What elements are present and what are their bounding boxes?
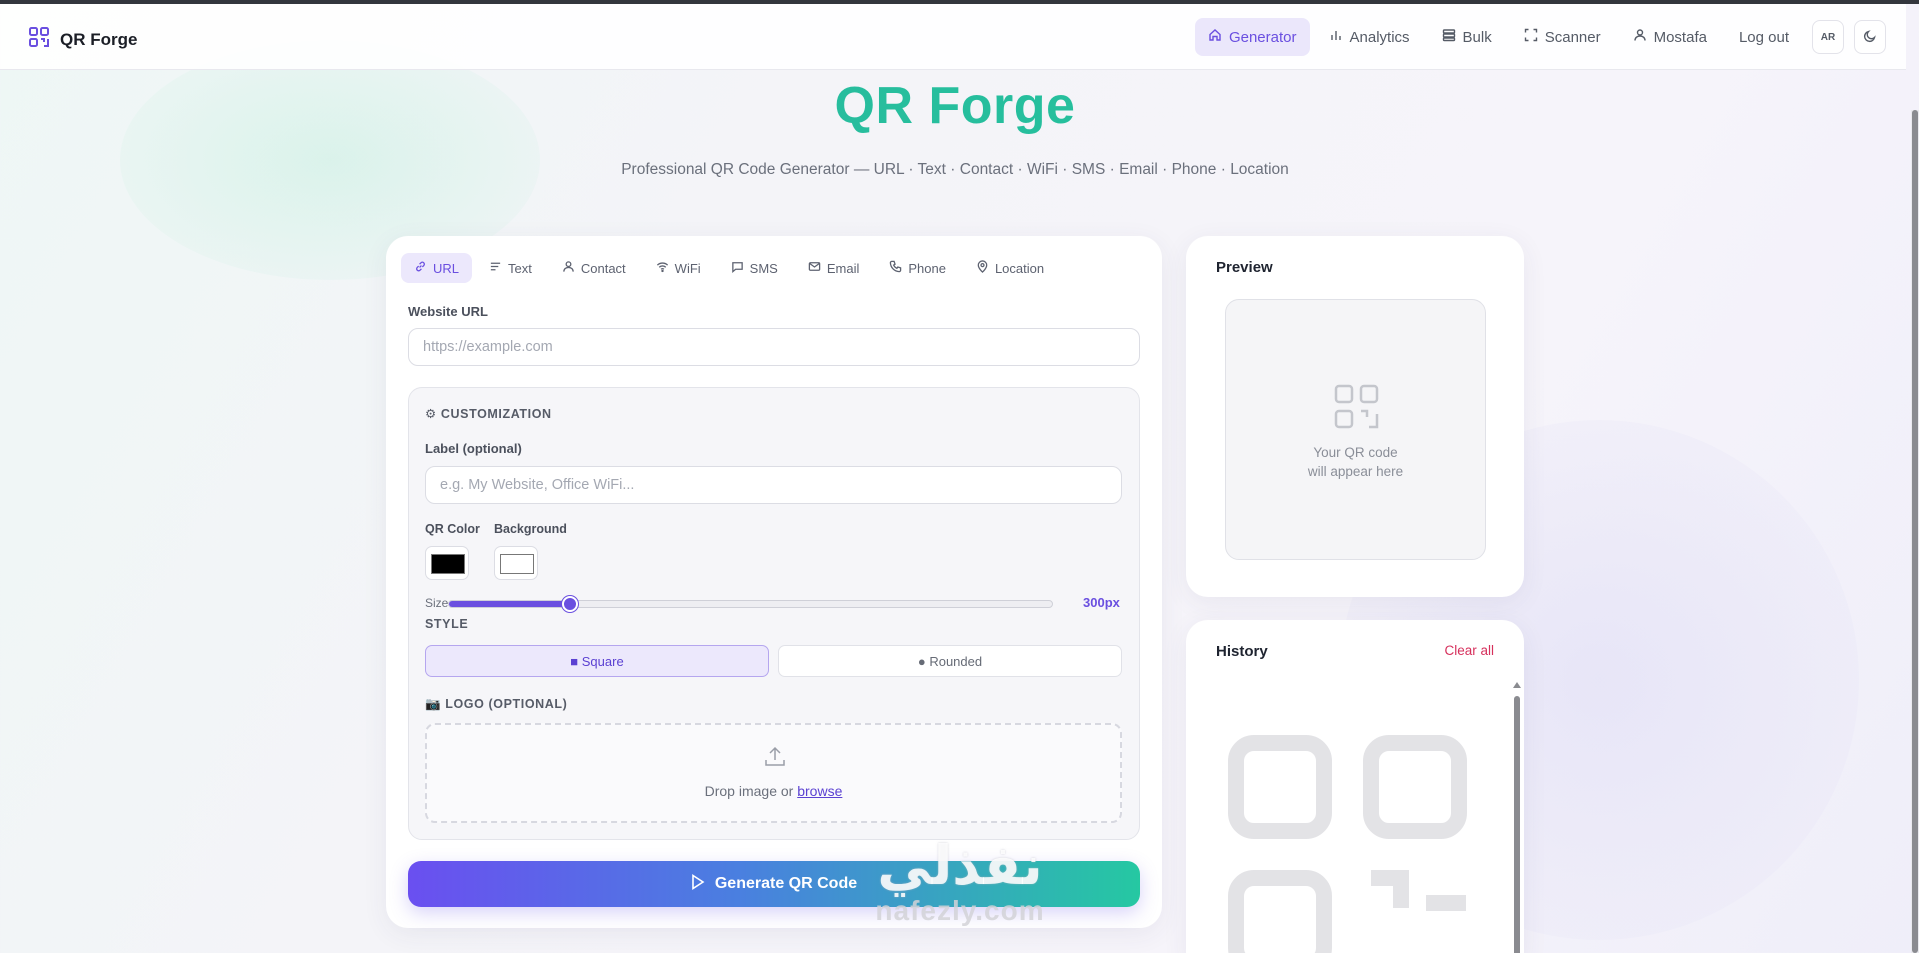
brand-name: QR Forge bbox=[60, 29, 138, 49]
customization-title: ⚙ CUSTOMIZATION bbox=[425, 407, 552, 421]
tab-label: URL bbox=[433, 260, 460, 276]
text-icon bbox=[489, 260, 502, 276]
tab-label: Location bbox=[994, 260, 1045, 276]
tab-text[interactable]: Text bbox=[476, 253, 545, 283]
qr-logo-icon bbox=[28, 26, 50, 53]
size-slider-fill bbox=[449, 601, 570, 607]
user-icon bbox=[1633, 28, 1647, 46]
nav-item-label: Generator bbox=[1228, 28, 1297, 46]
upload-icon bbox=[763, 745, 787, 774]
scroll-up-arrow-icon[interactable] bbox=[1513, 682, 1521, 688]
generate-qr-button[interactable]: Generate QR Code bbox=[408, 861, 1140, 907]
language-toggle-button[interactable]: AR bbox=[1812, 20, 1844, 54]
qr-placeholder-icon bbox=[1334, 384, 1380, 435]
home-icon bbox=[1208, 28, 1222, 46]
message-icon bbox=[731, 260, 744, 276]
bar-chart-icon bbox=[1329, 28, 1343, 46]
label-field-label: Label (optional) bbox=[425, 441, 522, 456]
generator-card: URL Text Contact WiFi SMS Email Phone Lo… bbox=[386, 236, 1162, 928]
background-color-picker[interactable] bbox=[494, 546, 538, 580]
dropzone-label: Drop image or bbox=[704, 783, 794, 799]
tab-email[interactable]: Email bbox=[795, 253, 873, 283]
generate-button-label: Generate QR Code bbox=[714, 875, 858, 892]
size-slider[interactable] bbox=[448, 596, 1053, 612]
tab-label: Text bbox=[508, 260, 532, 276]
tab-label: SMS bbox=[749, 260, 778, 276]
nav-menu: Generator Analytics Bulk Scanner Mostafa… bbox=[1194, 18, 1886, 56]
clear-history-button[interactable]: Clear all bbox=[1444, 643, 1494, 658]
tab-sms[interactable]: SMS bbox=[718, 253, 791, 283]
style-title: STYLE bbox=[425, 617, 469, 631]
theme-toggle-button[interactable] bbox=[1854, 20, 1886, 54]
tab-url[interactable]: URL bbox=[401, 253, 473, 283]
nav-item-label: Mostafa bbox=[1653, 28, 1707, 46]
wifi-icon bbox=[656, 260, 669, 276]
nav-item-analytics[interactable]: Analytics bbox=[1316, 18, 1423, 56]
nav-item-bulk[interactable]: Bulk bbox=[1429, 18, 1505, 56]
brand[interactable]: QR Forge bbox=[28, 26, 137, 53]
history-card: History Clear all bbox=[1186, 620, 1524, 953]
tab-wifi[interactable]: WiFi bbox=[643, 253, 714, 283]
qr-preview-area: Your QR code will appear here bbox=[1225, 299, 1486, 560]
page-title: QR Forge bbox=[0, 76, 1910, 136]
preview-placeholder-line: Your QR code bbox=[1313, 445, 1398, 460]
tab-label: Contact bbox=[580, 260, 626, 276]
label-input[interactable]: e.g. My Website, Office WiFi... bbox=[425, 466, 1122, 504]
preview-placeholder-line: will appear here bbox=[1307, 464, 1404, 479]
preview-title: Preview bbox=[1216, 259, 1273, 276]
tab-label: Email bbox=[826, 260, 860, 276]
nav-item-generator[interactable]: Generator bbox=[1194, 18, 1310, 56]
history-scrollbar[interactable] bbox=[1513, 682, 1521, 953]
dropzone-text: Drop image or browse bbox=[427, 783, 1120, 799]
play-icon bbox=[691, 873, 705, 895]
nav-item-profile[interactable]: Mostafa bbox=[1620, 18, 1720, 56]
tab-phone[interactable]: Phone bbox=[876, 253, 959, 283]
url-field-label: Website URL bbox=[408, 304, 488, 319]
url-input[interactable]: https://example.com bbox=[408, 328, 1140, 366]
size-label: Size bbox=[425, 596, 449, 610]
preview-card: Preview Your QR code will appear here bbox=[1186, 236, 1524, 597]
tab-location[interactable]: Location bbox=[963, 253, 1057, 283]
nav-item-label: Scanner bbox=[1544, 28, 1601, 46]
qr-color-swatch bbox=[431, 554, 465, 574]
style-rounded-button[interactable]: ● Rounded bbox=[778, 645, 1122, 677]
size-value: 300px bbox=[1083, 595, 1120, 610]
preview-placeholder-text: Your QR code will appear here bbox=[1226, 443, 1485, 481]
stack-icon bbox=[1442, 28, 1456, 46]
link-icon bbox=[414, 260, 427, 276]
nav-item-label: Analytics bbox=[1349, 28, 1410, 46]
background-color-swatch bbox=[500, 554, 534, 574]
logo-title: 📷 LOGO (OPTIONAL) bbox=[425, 697, 568, 711]
top-navbar: QR Forge Generator Analytics Bulk Scanne… bbox=[0, 4, 1906, 70]
scrollbar-thumb[interactable] bbox=[1514, 696, 1520, 953]
page-subtitle: Professional QR Code Generator — URL · T… bbox=[621, 161, 1289, 178]
background-color-label: Background bbox=[494, 522, 567, 536]
style-square-button[interactable]: ■ Square bbox=[425, 645, 769, 677]
logo-dropzone[interactable]: Drop image or browse bbox=[425, 723, 1122, 823]
browse-link[interactable]: browse bbox=[797, 783, 842, 799]
qr-color-picker[interactable] bbox=[425, 546, 469, 580]
nav-item-label: Log out bbox=[1738, 28, 1789, 46]
page-scrollbar[interactable] bbox=[1911, 110, 1919, 953]
customization-panel: ⚙ CUSTOMIZATION Label (optional) e.g. My… bbox=[408, 387, 1140, 840]
tab-contact[interactable]: Contact bbox=[549, 253, 639, 283]
scan-icon bbox=[1524, 28, 1538, 46]
tab-label: Phone bbox=[908, 260, 946, 276]
phone-icon bbox=[889, 260, 902, 276]
pin-icon bbox=[976, 260, 989, 276]
type-tabs: URL Text Contact WiFi SMS Email Phone Lo… bbox=[401, 253, 1057, 283]
tab-label: WiFi bbox=[674, 260, 701, 276]
mail-icon bbox=[808, 260, 821, 276]
history-empty-qr-icon bbox=[1226, 733, 1476, 953]
history-title: History bbox=[1216, 643, 1268, 660]
moon-icon bbox=[1863, 29, 1877, 46]
qr-color-label: QR Color bbox=[425, 522, 480, 536]
user-icon bbox=[562, 260, 575, 276]
nav-item-label: Bulk bbox=[1462, 28, 1492, 46]
page-scrollbar-thumb[interactable] bbox=[1912, 110, 1918, 953]
size-slider-handle[interactable] bbox=[561, 596, 578, 612]
logout-button[interactable]: Log out bbox=[1726, 18, 1802, 56]
nav-item-scanner[interactable]: Scanner bbox=[1511, 18, 1614, 56]
